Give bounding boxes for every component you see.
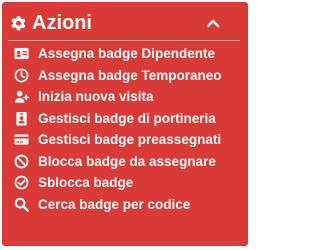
action-sblocca-badge[interactable]: Sblocca badge: [2, 172, 248, 194]
search-icon: [14, 197, 29, 212]
clock-icon: [14, 68, 29, 82]
action-assegna-badge-dipendente[interactable]: Assegna badge Dipendente: [2, 43, 248, 65]
id-card-icon: [14, 47, 29, 60]
action-label: Blocca badge da assegnare: [38, 153, 216, 169]
action-assegna-badge-temporaneo[interactable]: Assegna badge Temporaneo: [2, 65, 248, 87]
actions-list: Assegna badge Dipendente Assegna badge T…: [2, 43, 248, 215]
action-label: Assegna badge Dipendente: [38, 46, 216, 61]
action-label: Gestisci badge preassegnati: [38, 132, 222, 147]
action-label: Cerca badge per codice: [38, 196, 191, 212]
header-divider: [8, 40, 240, 41]
action-gestisci-badge-portineria[interactable]: Gestisci badge di portineria: [2, 108, 248, 130]
actions-panel-header[interactable]: Azioni: [2, 2, 248, 42]
action-label: Sblocca badge: [38, 175, 134, 190]
ban-icon: [14, 154, 29, 168]
check-circle-icon: [14, 175, 29, 190]
action-label: Assegna badge Temporaneo: [38, 67, 222, 83]
action-label: Inizia nuova visita: [38, 89, 154, 104]
credit-card-icon: [14, 134, 29, 145]
action-gestisci-badge-preassegnati[interactable]: Gestisci badge preassegnati: [2, 129, 248, 151]
gear-icon: [11, 16, 26, 31]
chevron-up-icon[interactable]: [206, 18, 220, 28]
action-label: Gestisci badge di portineria: [38, 110, 216, 126]
actions-panel: Azioni Assegna badge Dipendente Assegna …: [2, 2, 248, 246]
user-plus-icon: [14, 90, 29, 103]
action-inizia-nuova-visita[interactable]: Inizia nuova visita: [2, 86, 248, 108]
action-cerca-badge-per-codice[interactable]: Cerca badge per codice: [2, 194, 248, 216]
id-badge-icon: [16, 111, 27, 126]
action-blocca-badge[interactable]: Blocca badge da assegnare: [2, 151, 248, 173]
panel-title: Azioni: [32, 12, 92, 34]
